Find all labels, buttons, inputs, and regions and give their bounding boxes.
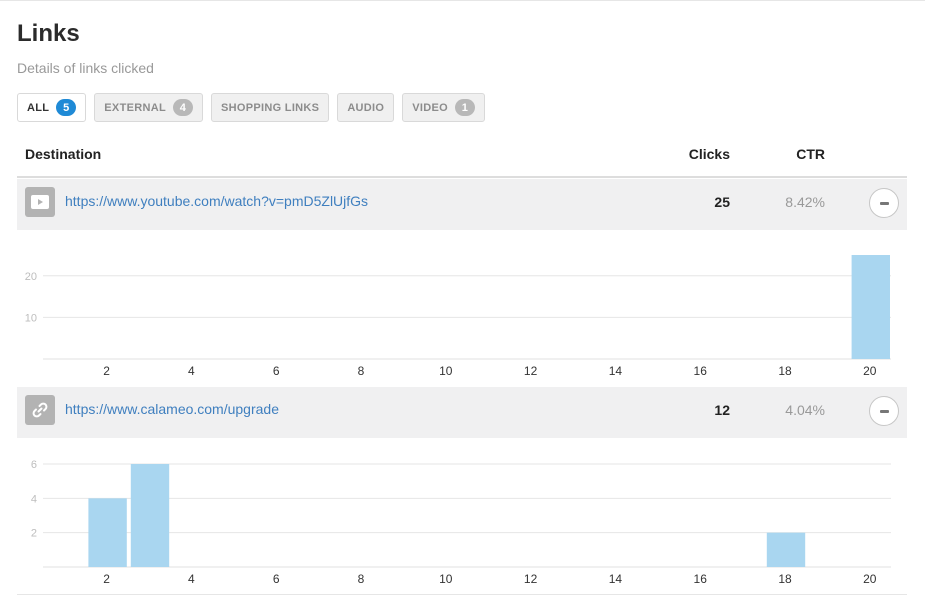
- minus-icon: [879, 409, 889, 413]
- x-tick-label: 2: [103, 364, 110, 378]
- filter-audio[interactable]: AUDIO: [337, 93, 395, 122]
- y-tick-label: 20: [25, 271, 37, 283]
- bottom-divider: [17, 594, 907, 595]
- filter-label: EXTERNAL: [104, 101, 166, 114]
- filter-shopping-links[interactable]: SHOPPING LINKS: [210, 93, 330, 122]
- x-tick-label: 18: [778, 364, 792, 378]
- x-tick-label: 20: [863, 364, 877, 378]
- link-row: https://www.calameo.com/upgrade 12 4.04%: [17, 387, 907, 438]
- link-clicks-chart-2: 2 4 6 2 4 6 8 10 12 14 16 18 20: [17, 438, 907, 590]
- count-badge: 5: [56, 99, 77, 116]
- y-tick-label: 6: [31, 459, 37, 471]
- y-tick-label: 10: [25, 312, 37, 324]
- y-tick-label: 4: [31, 493, 37, 505]
- video-icon: [25, 187, 55, 217]
- filter-label: SHOPPING LINKS: [220, 101, 320, 114]
- top-divider: [0, 0, 925, 1]
- link-icon: [25, 395, 55, 425]
- link-ctr: 4.04%: [785, 402, 825, 418]
- x-tick-label: 16: [694, 572, 708, 586]
- table-header: Destination Clicks CTR: [17, 140, 907, 178]
- bar[interactable]: [766, 532, 806, 567]
- x-tick-label: 12: [524, 572, 538, 586]
- filter-tabs: ALL 5 EXTERNAL 4 SHOPPING LINKS AUDIO VI…: [17, 93, 485, 123]
- link-ctr: 8.42%: [785, 194, 825, 210]
- filter-label: ALL: [27, 101, 50, 114]
- link-clicks-chart-1: 10 20 2 4 6 8 10 12 14 16 18 20: [17, 230, 907, 385]
- bar-chart: 10 20 2 4 6 8 10 12 14 16 18 20: [25, 255, 891, 378]
- y-tick-label: 2: [31, 528, 37, 540]
- filter-video[interactable]: VIDEO 1: [402, 93, 485, 122]
- page-title: Links: [17, 20, 80, 47]
- filter-label: AUDIO: [347, 101, 385, 114]
- collapse-button[interactable]: [869, 396, 899, 426]
- column-clicks: Clicks: [688, 146, 730, 162]
- x-tick-label: 12: [524, 364, 538, 378]
- x-tick-label: 10: [439, 572, 453, 586]
- x-tick-label: 8: [358, 364, 365, 378]
- link-row: https://www.youtube.com/watch?v=pmD5ZlUj…: [17, 179, 907, 230]
- page-subtitle: Details of links clicked: [17, 60, 154, 76]
- minus-icon: [879, 201, 889, 205]
- filter-label: VIDEO: [412, 101, 448, 114]
- count-badge: 4: [172, 99, 193, 116]
- column-destination: Destination: [25, 146, 102, 162]
- link-url[interactable]: https://www.youtube.com/watch?v=pmD5ZlUj…: [65, 193, 368, 209]
- bar[interactable]: [851, 255, 890, 359]
- x-tick-label: 14: [609, 364, 623, 378]
- x-tick-label: 18: [778, 572, 792, 586]
- x-tick-label: 4: [188, 364, 195, 378]
- link-clicks: 25: [714, 194, 730, 210]
- bar-chart: 2 4 6 2 4 6 8 10 12 14 16 18 20: [31, 459, 891, 586]
- count-badge: 1: [455, 99, 475, 116]
- x-tick-label: 4: [188, 572, 195, 586]
- x-tick-label: 6: [273, 364, 280, 378]
- x-tick-label: 16: [694, 364, 708, 378]
- collapse-button[interactable]: [869, 188, 899, 218]
- link-clicks: 12: [714, 402, 730, 418]
- link-url[interactable]: https://www.calameo.com/upgrade: [65, 401, 279, 417]
- bar[interactable]: [88, 498, 127, 567]
- column-ctr: CTR: [796, 146, 825, 162]
- x-tick-label: 10: [439, 364, 453, 378]
- bar[interactable]: [130, 464, 170, 567]
- x-tick-label: 14: [609, 572, 623, 586]
- x-tick-label: 8: [358, 572, 365, 586]
- x-tick-label: 20: [863, 572, 877, 586]
- x-tick-label: 6: [273, 572, 280, 586]
- filter-external[interactable]: EXTERNAL 4: [94, 93, 203, 122]
- x-tick-label: 2: [103, 572, 110, 586]
- filter-all[interactable]: ALL 5: [17, 93, 87, 122]
